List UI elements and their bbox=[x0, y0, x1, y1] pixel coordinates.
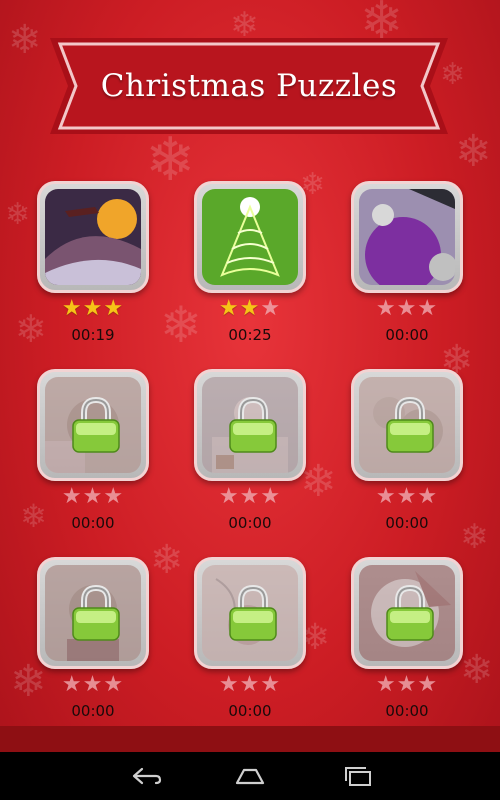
star-empty-icon: ★ bbox=[260, 296, 282, 321]
star-empty-icon: ★ bbox=[375, 672, 397, 697]
level-tile-8 bbox=[194, 557, 306, 669]
best-time: 00:00 bbox=[71, 702, 115, 720]
snowflake-icon: ❄ bbox=[5, 197, 31, 232]
back-button[interactable] bbox=[126, 764, 166, 788]
star-rating: ★★★ bbox=[194, 674, 306, 696]
star-empty-icon: ★ bbox=[103, 672, 125, 697]
padlock-icon bbox=[385, 584, 435, 646]
star-empty-icon: ★ bbox=[260, 484, 282, 509]
star-empty-icon: ★ bbox=[82, 672, 104, 697]
star-empty-icon: ★ bbox=[260, 672, 282, 697]
star-rating: ★★★ bbox=[351, 674, 463, 696]
best-time: 00:00 bbox=[71, 514, 115, 532]
level-tile-1[interactable] bbox=[37, 181, 149, 293]
level-tile-3[interactable] bbox=[351, 181, 463, 293]
page-title: Christmas Puzzles bbox=[100, 68, 398, 104]
padlock-icon bbox=[71, 396, 121, 458]
level-tile-5 bbox=[194, 369, 306, 481]
bottom-strip bbox=[0, 726, 500, 752]
padlock-icon bbox=[71, 584, 121, 646]
star-rating: ★★★ bbox=[37, 298, 149, 320]
padlock-icon bbox=[385, 396, 435, 458]
star-empty-icon: ★ bbox=[218, 484, 240, 509]
puzzle-thumbnail bbox=[45, 189, 141, 285]
star-rating: ★★★ bbox=[351, 486, 463, 508]
star-empty-icon: ★ bbox=[218, 672, 240, 697]
snowflake-icon: ❄ bbox=[460, 517, 489, 557]
star-rating: ★★★ bbox=[194, 486, 306, 508]
level-tile-2[interactable] bbox=[194, 181, 306, 293]
best-time: 00:19 bbox=[71, 326, 115, 344]
best-time: 00:00 bbox=[228, 702, 272, 720]
star-empty-icon: ★ bbox=[396, 296, 418, 321]
star-filled-icon: ★ bbox=[218, 296, 240, 321]
level-tile-4 bbox=[37, 369, 149, 481]
star-empty-icon: ★ bbox=[417, 484, 439, 509]
home-button[interactable] bbox=[230, 764, 270, 788]
star-empty-icon: ★ bbox=[375, 484, 397, 509]
star-empty-icon: ★ bbox=[417, 672, 439, 697]
title-banner: Christmas Puzzles bbox=[50, 38, 448, 134]
puzzle-thumbnail bbox=[202, 189, 298, 285]
best-time: 00:00 bbox=[228, 514, 272, 532]
star-rating: ★★★ bbox=[351, 298, 463, 320]
star-empty-icon: ★ bbox=[103, 484, 125, 509]
star-rating: ★★★ bbox=[37, 486, 149, 508]
star-empty-icon: ★ bbox=[375, 296, 397, 321]
level-tile-6 bbox=[351, 369, 463, 481]
star-empty-icon: ★ bbox=[396, 672, 418, 697]
snowflake-icon: ❄ bbox=[230, 5, 259, 45]
star-empty-icon: ★ bbox=[61, 672, 83, 697]
snowflake-icon: ❄ bbox=[460, 647, 494, 693]
snowflake-icon: ❄ bbox=[150, 537, 184, 583]
star-empty-icon: ★ bbox=[61, 484, 83, 509]
best-time: 00:00 bbox=[385, 514, 429, 532]
star-rating: ★★★ bbox=[37, 674, 149, 696]
padlock-icon bbox=[228, 396, 278, 458]
best-time: 00:00 bbox=[385, 326, 429, 344]
recent-apps-button[interactable] bbox=[338, 764, 378, 788]
star-rating: ★★★ bbox=[194, 298, 306, 320]
back-arrow-icon bbox=[132, 767, 162, 785]
star-filled-icon: ★ bbox=[61, 296, 83, 321]
snowflake-icon: ❄ bbox=[8, 17, 42, 63]
star-empty-icon: ★ bbox=[239, 672, 261, 697]
padlock-icon bbox=[228, 584, 278, 646]
best-time: 00:25 bbox=[228, 326, 272, 344]
best-time: 00:00 bbox=[385, 702, 429, 720]
star-empty-icon: ★ bbox=[239, 484, 261, 509]
star-filled-icon: ★ bbox=[103, 296, 125, 321]
star-empty-icon: ★ bbox=[396, 484, 418, 509]
snowflake-icon: ❄ bbox=[145, 125, 196, 195]
puzzle-thumbnail bbox=[359, 189, 455, 285]
star-filled-icon: ★ bbox=[239, 296, 261, 321]
navigation-bar bbox=[0, 752, 500, 800]
level-tile-7 bbox=[37, 557, 149, 669]
home-icon bbox=[235, 768, 265, 785]
star-empty-icon: ★ bbox=[417, 296, 439, 321]
recent-apps-icon bbox=[345, 767, 371, 786]
star-empty-icon: ★ bbox=[82, 484, 104, 509]
snowflake-icon: ❄ bbox=[455, 126, 492, 177]
level-tile-9 bbox=[351, 557, 463, 669]
star-filled-icon: ★ bbox=[82, 296, 104, 321]
